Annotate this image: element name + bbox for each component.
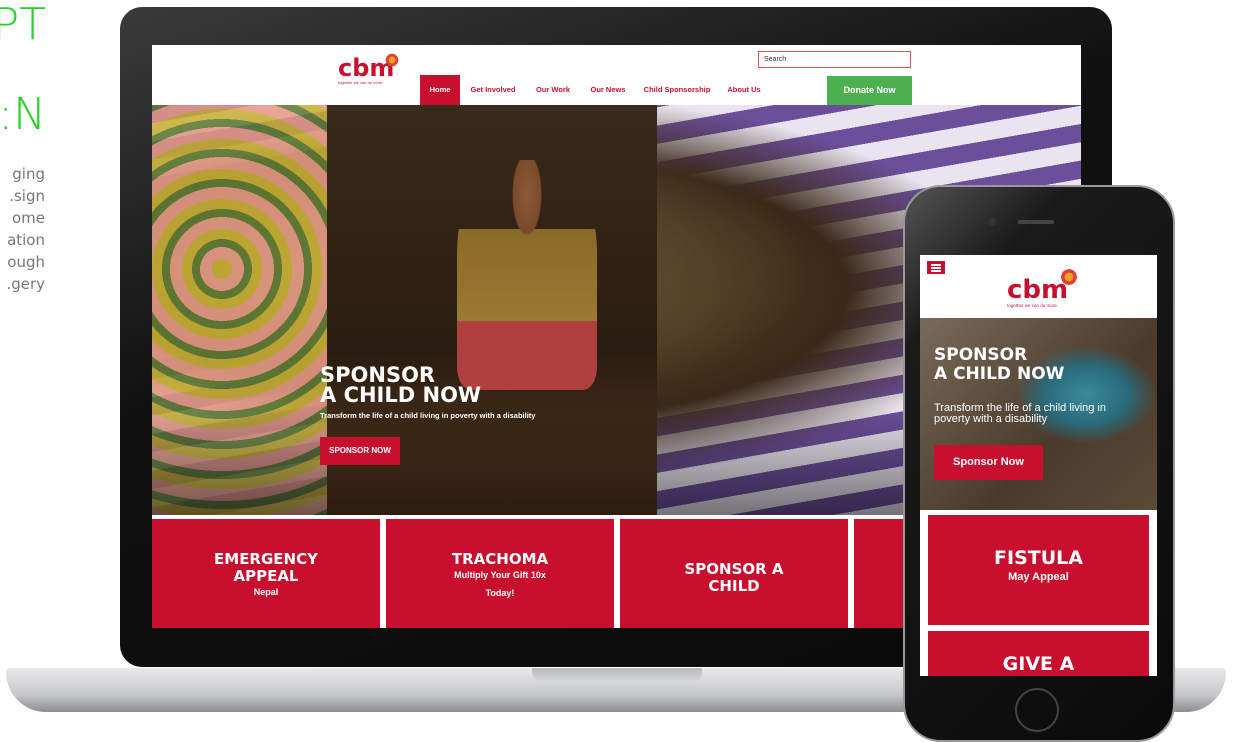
tile-subtitle: Multiply Your Gift 10x (454, 570, 546, 580)
tile-trachoma[interactable]: TRACHOMA Multiply Your Gift 10x Today! (386, 519, 614, 628)
heading-line: N: (0, 89, 46, 140)
tile-subtitle: May Appeal (1008, 571, 1069, 583)
nav-child-sponsorship[interactable]: Child Sponsorship (642, 75, 712, 105)
desc-line: sign. (9, 187, 45, 205)
logo[interactable]: cbm together we can do more (338, 52, 400, 85)
tile-emergency-appeal[interactable]: EMERGENCY APPEAL Nepal (152, 519, 380, 628)
tile-title: GIVE A (1002, 653, 1075, 675)
tile-sponsor-a-child[interactable]: SPONSOR A CHILD (620, 519, 848, 628)
tile-subtitle-2: Today! (485, 588, 515, 598)
mobile-hero-title-line: SPONSOR (934, 345, 1028, 365)
hero-title-line: A CHILD NOW (320, 383, 482, 407)
mobile-logo[interactable]: cbm together we can do more (1007, 267, 1079, 308)
site-header: cbm together we can do more Search Home … (152, 45, 1081, 105)
nav-about-us[interactable]: About Us (724, 75, 764, 105)
mobile-tile-fistula[interactable]: FISTULA May Appeal (928, 515, 1149, 625)
description-text: ging sign. ome ation ough gery. (0, 163, 45, 295)
camera-icon (988, 218, 996, 226)
logo-dots-icon (384, 52, 400, 68)
laptop-notch (532, 668, 702, 682)
hero-title-line: SPONSOR (320, 363, 436, 387)
donate-button[interactable]: Donate Now (827, 76, 912, 105)
nav-home[interactable]: Home (420, 75, 460, 105)
desc-line: ome (11, 209, 45, 227)
tile-subtitle: Nepal (253, 587, 279, 597)
hero-subtitle: Transform the life of a child living in … (320, 411, 536, 420)
nav-get-involved[interactable]: Get Involved (466, 75, 520, 105)
mobile-sponsor-now-button[interactable]: Sponsor Now (934, 445, 1043, 480)
section-heading: PT N: (0, 0, 46, 140)
tile-title: TRACHOMA (451, 550, 549, 568)
hero-child-figure (457, 160, 597, 390)
heading-line: PT (0, 0, 46, 50)
tile-title: FISTULA (994, 547, 1083, 569)
mobile-hero-subtitle: Transform the life of a child living in … (934, 402, 1106, 425)
menu-icon[interactable] (927, 261, 945, 274)
sponsor-now-button[interactable]: SPONSOR NOW (320, 437, 400, 465)
desc-line: ation (7, 231, 45, 249)
search-input[interactable]: Search (758, 51, 911, 68)
mobile-tile-give[interactable]: GIVE A (928, 631, 1149, 676)
logo-dots-icon (1059, 267, 1079, 287)
desc-line: ough (7, 253, 45, 271)
desc-line: gery. (6, 275, 45, 293)
mobile-hero-title: SPONSOR A CHILD NOW (934, 346, 1064, 384)
tile-title: SPONSOR A CHILD (684, 560, 784, 595)
nav-our-work[interactable]: Our Work (530, 75, 576, 105)
nav-our-news[interactable]: Our News (586, 75, 630, 105)
phone-screen: cbm together we can do more SPONSOR A CH… (920, 255, 1157, 676)
home-button[interactable] (1015, 688, 1059, 732)
phone-speaker (1018, 220, 1054, 224)
tile-title: EMERGENCY APPEAL (214, 550, 318, 585)
hero-title: SPONSOR A CHILD NOW (320, 363, 482, 407)
mobile-hero-title-line: A CHILD NOW (934, 364, 1065, 384)
desc-line: ging (12, 165, 45, 183)
